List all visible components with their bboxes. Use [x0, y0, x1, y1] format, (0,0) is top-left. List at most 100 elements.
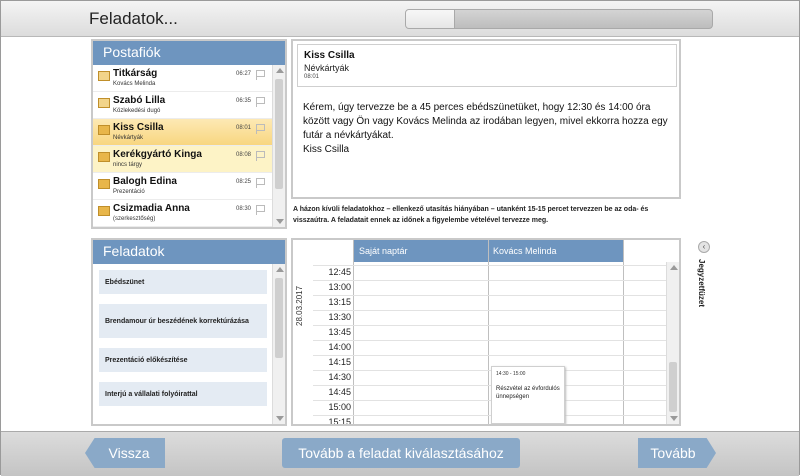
task-item-presentation[interactable]: Prezentáció előkészítése: [99, 348, 267, 372]
page-title: Feladatok...: [89, 9, 178, 28]
calendar-scrollbar[interactable]: [666, 262, 679, 424]
chevron-left-icon[interactable]: ‹: [698, 241, 710, 253]
mail-list: Titkárság Kovács Melinda 06:27 Szabó Lil…: [93, 65, 272, 227]
instruction-text: A házon kívüli feladatokhoz – ellenkező …: [293, 206, 649, 224]
mail-time: 08:30: [236, 206, 252, 212]
tasks-panel: Feladatok Ebédszünet Brendamour úr beszé…: [91, 238, 287, 426]
mail-subject: (szerkesztőség): [113, 216, 156, 222]
mail-subject: Kovács Melinda: [113, 81, 156, 87]
mailbox-scrollbar[interactable]: [272, 65, 285, 227]
time-label: 12:45: [328, 267, 351, 277]
event-time: 14:30 - 15:00: [496, 371, 526, 377]
message-signature: Kiss Csilla: [303, 144, 350, 155]
calendar-event[interactable]: 14:30 - 15:00 Részvétel az évfordulós ün…: [491, 366, 565, 424]
column-own-calendar: Saját naptár: [359, 246, 408, 256]
mail-time: 08:25: [236, 179, 252, 185]
time-label: 15:00: [328, 402, 351, 412]
tasks-scrollbar[interactable]: [272, 264, 285, 424]
mail-sender: Szabó Lilla: [113, 95, 166, 106]
time-label: 14:30: [328, 372, 351, 382]
scroll-thumb[interactable]: [275, 79, 283, 189]
calendar-row[interactable]: 14:00: [313, 340, 666, 354]
task-item-lunch[interactable]: Ebédszünet: [99, 270, 267, 294]
mail-sender: Csizmadia Anna: [113, 203, 190, 214]
mail-time: 08:08: [236, 152, 252, 158]
mail-time: 06:27: [236, 71, 252, 77]
scroll-down-icon[interactable]: [670, 416, 678, 421]
calendar-row[interactable]: 13:45: [313, 325, 666, 339]
next-button[interactable]: Tovább: [638, 438, 716, 468]
message-sender: Kiss Csilla: [304, 50, 355, 61]
message-subject: Névkártyák: [304, 63, 350, 73]
message-body: Kérem, úgy tervezze be a 45 perces ebéds…: [303, 101, 675, 157]
mail-item-csizmadia-anna[interactable]: Csizmadia Anna (szerkesztőség) 08:30: [93, 200, 272, 227]
mail-subject: Közlekedési dugó: [113, 108, 161, 114]
flag-icon[interactable]: [256, 151, 265, 161]
mail-item-kiss-csilla[interactable]: Kiss Csilla Névkártyák 08:01: [93, 119, 272, 146]
task-list: Ebédszünet Brendamour úr beszédének korr…: [99, 270, 267, 416]
task-item-interview[interactable]: Interjú a vállalati folyóirattal: [99, 382, 267, 406]
time-label: 13:15: [328, 297, 351, 307]
time-label: 13:30: [328, 312, 351, 322]
mailbox-title: Postafiók: [93, 41, 285, 65]
mail-item-titkarsag[interactable]: Titkárság Kovács Melinda 06:27: [93, 65, 272, 92]
scroll-thumb[interactable]: [669, 362, 677, 412]
mail-subject: Névkártyák: [113, 135, 144, 141]
calendar-row[interactable]: 14:15: [313, 355, 666, 369]
mail-item-kerekgyarto-kinga[interactable]: Kerékgyártó Kinga nincs tárgy 08:08: [93, 146, 272, 173]
envelope-open-icon: [98, 98, 110, 108]
mail-subject: Prezentáció: [113, 189, 145, 195]
envelope-icon: [98, 179, 110, 189]
calendar-row[interactable]: 14:30: [313, 370, 666, 384]
scroll-down-icon[interactable]: [276, 416, 284, 421]
progress-fill: [406, 10, 455, 28]
time-label: 14:15: [328, 357, 351, 367]
flag-icon[interactable]: [256, 124, 265, 134]
scroll-thumb[interactable]: [275, 278, 283, 358]
event-title: Részvétel az évfordulós ünnepségen: [496, 386, 560, 400]
mail-item-balogh-edina[interactable]: Balogh Edina Prezentáció 08:25: [93, 173, 272, 200]
flag-icon[interactable]: [256, 70, 265, 80]
envelope-open-icon: [98, 71, 110, 81]
bottom-bar: Vissza Tovább a feladat kiválasztásához …: [1, 431, 799, 476]
mail-sender: Kiss Csilla: [113, 122, 164, 133]
time-label: 14:45: [328, 387, 351, 397]
calendar: Saját naptár Kovács Melinda 28.03.2017 1…: [291, 238, 681, 426]
task-select-button[interactable]: Tovább a feladat kiválasztásához: [282, 438, 520, 468]
time-label: 14:00: [328, 342, 351, 352]
task-item-proofreading[interactable]: Brendamour úr beszédének korrektúrázása: [99, 304, 267, 338]
flag-icon[interactable]: [256, 97, 265, 107]
envelope-icon: [98, 152, 110, 162]
scroll-up-icon[interactable]: [276, 267, 284, 272]
mail-time: 06:35: [236, 98, 252, 104]
envelope-icon: [98, 125, 110, 135]
notebook-tab[interactable]: Jegyzetfüzet: [697, 259, 706, 307]
flag-icon[interactable]: [256, 178, 265, 188]
message-time: 08:01: [304, 74, 320, 80]
calendar-row[interactable]: 15:15: [313, 415, 666, 426]
calendar-date: 28.03.2017: [295, 285, 304, 326]
time-label: 13:45: [328, 327, 351, 337]
top-bar: Feladatok...: [1, 1, 799, 37]
message-text: Kérem, úgy tervezze be a 45 perces ebéds…: [303, 102, 668, 141]
scroll-up-icon[interactable]: [276, 68, 284, 73]
calendar-row[interactable]: 13:15: [313, 295, 666, 309]
flag-icon[interactable]: [256, 205, 265, 215]
column-kovacs-melinda: Kovács Melinda: [493, 246, 557, 256]
mail-sender: Kerékgyártó Kinga: [113, 149, 202, 160]
calendar-row[interactable]: 12:45: [313, 265, 666, 279]
mail-item-szabo-lilla[interactable]: Szabó Lilla Közlekedési dugó 06:35: [93, 92, 272, 119]
tasks-title: Feladatok: [93, 240, 285, 264]
time-label: 13:00: [328, 282, 351, 292]
calendar-row[interactable]: 13:30: [313, 310, 666, 324]
calendar-row[interactable]: 14:45: [313, 385, 666, 399]
scroll-up-icon[interactable]: [670, 265, 678, 270]
scroll-down-icon[interactable]: [276, 219, 284, 224]
calendar-row[interactable]: 13:00: [313, 280, 666, 294]
mail-time: 08:01: [236, 125, 252, 131]
message-view: Kiss Csilla Névkártyák 08:01 Kérem, úgy …: [291, 39, 681, 199]
back-button[interactable]: Vissza: [85, 438, 165, 468]
calendar-row[interactable]: 15:00: [313, 400, 666, 414]
mail-sender: Balogh Edina: [113, 176, 177, 187]
time-label: 15:15: [328, 417, 351, 426]
